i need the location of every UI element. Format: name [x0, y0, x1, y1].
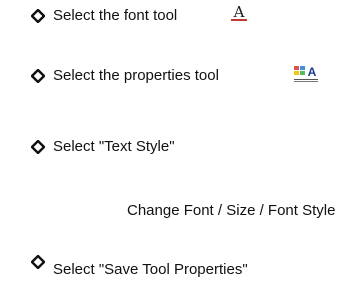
- properties-tool-glyph: A: [308, 65, 317, 79]
- step-label: Select the font tool: [53, 7, 178, 24]
- font-tool-glyph: A: [233, 3, 245, 21]
- diamond-bullet-icon: [31, 140, 45, 154]
- diamond-bullet-icon: [31, 9, 45, 23]
- diamond-bullet-icon: [31, 69, 45, 83]
- properties-tool-icon[interactable]: A: [293, 64, 319, 84]
- step-label: Select "Text Style": [53, 138, 175, 155]
- font-tool-icon[interactable]: A: [229, 3, 249, 25]
- step-label: Select the properties tool: [53, 67, 219, 84]
- step-label: Select "Save Tool Properties": [53, 261, 248, 278]
- substep-text: Change Font / Size / Font Style: [127, 202, 336, 219]
- diamond-bullet-icon: [31, 255, 45, 269]
